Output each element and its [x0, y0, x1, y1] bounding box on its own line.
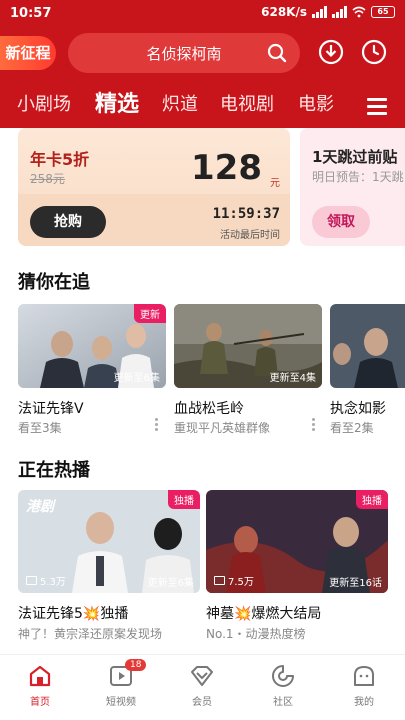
status-bar: 10:57 628K/s 65: [0, 0, 405, 28]
update-status: 更新至6集: [113, 373, 160, 384]
guess-subtitle-3: 看至2集: [330, 421, 374, 435]
update-status: 更新至4集: [269, 373, 316, 384]
claim-button[interactable]: 领取: [312, 206, 370, 238]
hot-thumb-2[interactable]: 独播 7.5万 更新至16话: [206, 490, 388, 593]
guess-subtitle-1: 看至3集: [18, 421, 62, 435]
nav-label: 社区: [273, 697, 293, 708]
guess-thumb-3[interactable]: [330, 304, 405, 388]
community-icon: [272, 665, 294, 687]
more-icon[interactable]: [312, 418, 316, 434]
nav-vip[interactable]: 会员: [172, 663, 232, 708]
promo-price: 128: [191, 148, 262, 188]
promo-price-unit: 元: [270, 178, 280, 189]
guess-title-3[interactable]: 执念如影: [330, 398, 386, 418]
tab-tv[interactable]: 电视剧: [220, 90, 274, 116]
buy-button[interactable]: 抢购: [30, 206, 106, 238]
views-icon: [214, 576, 225, 585]
vip-icon: [191, 666, 213, 686]
nav-label: 首页: [30, 697, 50, 708]
badge-exclusive: 独播: [356, 490, 388, 509]
guess-thumb-2[interactable]: 更新至4集: [174, 304, 322, 388]
section-title-hot: 正在热播: [18, 460, 90, 481]
search-icon[interactable]: [266, 42, 288, 64]
section-title-guess: 猜你在追: [18, 272, 90, 293]
more-icon[interactable]: [155, 418, 159, 434]
promo-card-skip-ads[interactable]: 1天跳过前贴 明日预告：1天跳 领取: [300, 128, 405, 246]
tab-xiaojuchang[interactable]: 小剧场: [17, 90, 71, 116]
signal-icon: [312, 6, 327, 18]
wifi-icon: [352, 6, 366, 18]
guess-title-1[interactable]: 法证先锋V: [18, 398, 84, 418]
hot-thumb-1[interactable]: 港剧 独播 5.3万 更新至6集: [18, 490, 200, 593]
poster-image: [330, 304, 405, 388]
download-icon[interactable]: [317, 38, 345, 66]
bottom-nav: 首页 18 短视频 会员 社区 我的: [0, 654, 405, 720]
home-icon: [29, 665, 51, 687]
search-bar[interactable]: 名侦探柯南: [68, 33, 300, 73]
hot-title-2[interactable]: 神墓💥爆燃大结局: [206, 603, 321, 623]
nav-short-video[interactable]: 18 短视频: [91, 659, 151, 708]
guess-subtitle-2: 重现平凡英雄群像: [174, 421, 271, 435]
tab-chidao[interactable]: 炽道: [162, 90, 198, 116]
views-value: 7.5万: [228, 577, 254, 588]
countdown-label: 活动最后时间: [220, 230, 280, 241]
menu-icon[interactable]: [367, 98, 387, 115]
nav-home[interactable]: 首页: [10, 663, 70, 708]
status-time: 10:57: [10, 6, 52, 21]
badge-updated: 更新: [134, 304, 166, 323]
history-icon[interactable]: [360, 38, 388, 66]
view-count: 5.3万: [26, 573, 66, 588]
hot-subtitle-2: No.1・动漫热度榜: [206, 627, 306, 641]
promo2-subtitle: 明日预告：1天跳: [312, 170, 404, 184]
guess-title-2[interactable]: 血战松毛岭: [174, 398, 244, 418]
signal-icon-2: [332, 6, 347, 18]
countdown-timer: 11:59:37: [212, 206, 280, 222]
nav-label: 短视频: [106, 697, 136, 708]
nav-label: 我的: [354, 697, 374, 708]
guess-thumb-1[interactable]: 更新 更新至6集: [18, 304, 166, 388]
promo2-title: 1天跳过前贴: [312, 148, 398, 166]
new-campaign-button[interactable]: 新征程: [0, 36, 56, 70]
network-speed: 628K/s: [261, 5, 307, 19]
battery-icon: 65: [371, 6, 395, 18]
search-text: 名侦探柯南: [146, 44, 222, 63]
promo-card-annual[interactable]: 年卡5折 258元 128 元 抢购 11:59:37 活动最后时间: [18, 128, 290, 246]
notification-badge: 18: [125, 659, 147, 671]
tab-jingxuan[interactable]: 精选: [95, 86, 139, 118]
hot-title-1[interactable]: 法证先锋5💥独播: [18, 603, 128, 623]
profile-icon: [354, 666, 374, 686]
update-status: 更新至6集: [147, 578, 194, 589]
promo-title: 年卡5折: [30, 150, 90, 169]
badge-exclusive: 独播: [168, 490, 200, 509]
channel-watermark: 港剧: [26, 499, 54, 515]
channel-tabs: 小剧场 精选 炽道 电视剧 电影: [0, 86, 405, 122]
nav-label: 会员: [192, 697, 212, 708]
views-value: 5.3万: [40, 577, 66, 588]
promo-old-price: 258元: [30, 172, 65, 186]
hot-subtitle-1: 神了！黄宗泽还原案发现场: [18, 627, 163, 641]
tab-movie[interactable]: 电影: [298, 90, 334, 116]
view-count: 7.5万: [214, 573, 254, 588]
update-status: 更新至16话: [329, 578, 382, 589]
views-icon: [26, 576, 37, 585]
nav-profile[interactable]: 我的: [334, 663, 394, 708]
nav-community[interactable]: 社区: [253, 663, 313, 708]
